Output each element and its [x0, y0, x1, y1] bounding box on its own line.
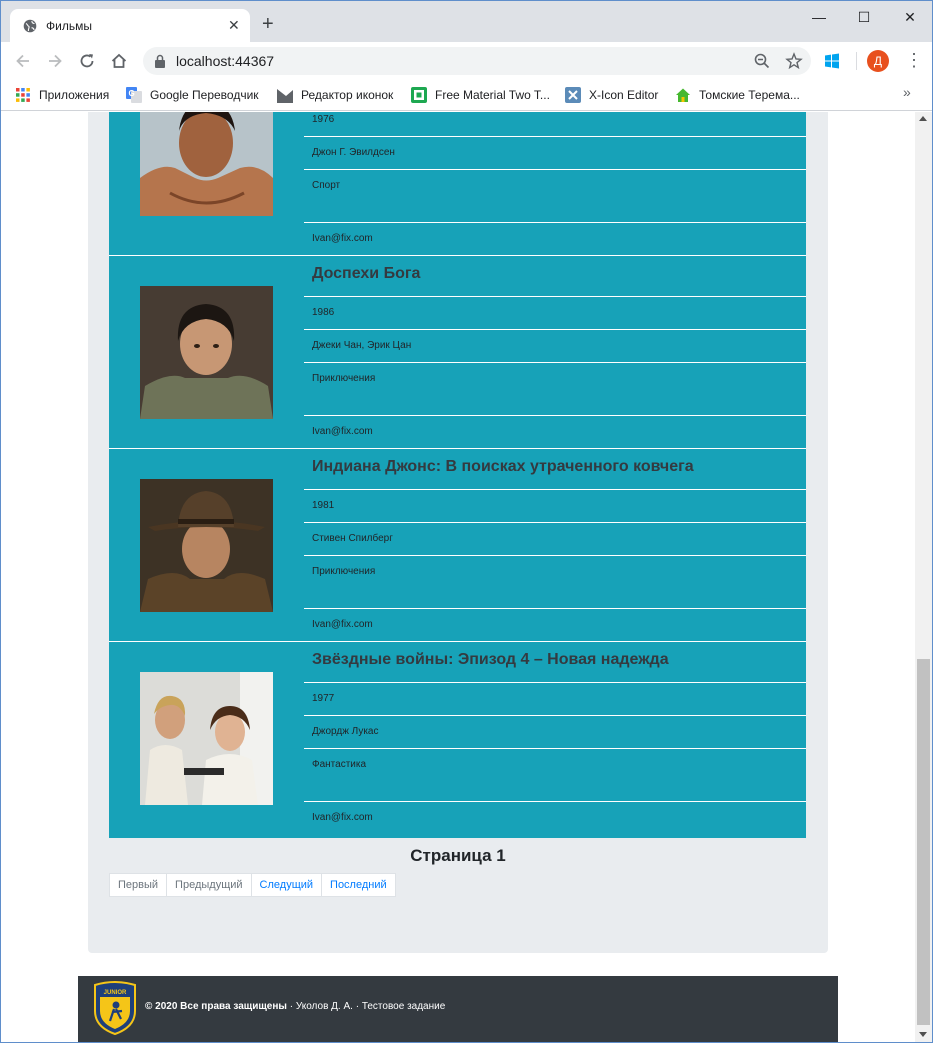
bookmark-google-translate[interactable]: G Google Переводчик [126, 85, 259, 105]
movie-genre: Фантастика [304, 749, 806, 802]
movie-year: 1976 [304, 112, 806, 137]
bookmark-label: X-Icon Editor [589, 88, 659, 102]
browser-tab-strip: Фильмы ✕ + — ☐ ✕ [0, 0, 933, 43]
page-number-heading: Страница 1 [410, 846, 506, 865]
google-translate-icon: G [126, 87, 142, 103]
home-icon[interactable] [109, 51, 129, 71]
reload-icon[interactable] [77, 51, 97, 71]
movie-director: Джон Г. Эвилдсен [304, 137, 806, 170]
junior-logo-icon: JUNIOR [94, 981, 136, 1035]
footer-note: Тестовое задание [361, 1001, 446, 1012]
profile-avatar[interactable]: Д [867, 50, 889, 72]
bookmark-label: Приложения [39, 88, 110, 102]
bookmark-star-icon[interactable] [785, 52, 803, 70]
movie-email: Ivan@fix.com [312, 233, 373, 244]
windows-extension-icon[interactable] [824, 53, 840, 69]
tab-title: Фильмы [46, 19, 92, 33]
new-tab-icon[interactable]: + [262, 14, 274, 34]
movie-card: 1976 Джон Г. Эвилдсен Спорт Ivan@fix.com [109, 112, 806, 256]
address-bar[interactable]: localhost:44367 [143, 47, 811, 75]
movie-genre: Приключения [304, 556, 806, 609]
globe-icon [23, 19, 37, 33]
movie-year: 1986 [304, 297, 806, 330]
bookmark-label: Free Material Two T... [435, 88, 550, 102]
minimize-icon[interactable]: — [809, 7, 829, 27]
lock-icon[interactable] [154, 54, 166, 68]
zoom-icon[interactable] [753, 52, 771, 70]
vertical-scrollbar[interactable] [915, 112, 932, 1042]
footer-separator: · [286, 1001, 296, 1012]
bookmark-label: Редактор иконок [301, 88, 394, 102]
movie-title: Звёздные войны: Эпизод 4 – Новая надежда [304, 642, 806, 683]
bookmark-label: Google Переводчик [150, 88, 259, 102]
scroll-up-arrow-icon[interactable] [919, 116, 927, 121]
previous-page-button[interactable]: Предыдущий [166, 873, 252, 897]
movie-poster [140, 286, 273, 419]
svg-text:JUNIOR: JUNIOR [104, 990, 127, 996]
url-text[interactable]: localhost:44367 [176, 53, 274, 69]
back-arrow-icon[interactable] [13, 51, 33, 71]
apps-grid-icon [16, 88, 30, 102]
material-icon [411, 87, 427, 103]
first-page-button[interactable]: Первый [109, 873, 168, 897]
bookmark-apps[interactable]: Приложения [15, 85, 109, 105]
movie-genre: Приключения [304, 363, 806, 416]
scrollbar-thumb[interactable] [917, 659, 930, 1025]
footer-separator: · [352, 1001, 362, 1012]
house-icon [676, 88, 690, 102]
browser-menu-icon[interactable]: ⋮ [905, 51, 923, 71]
forward-arrow-icon[interactable] [45, 51, 65, 71]
browser-toolbar: localhost:44367 Д ⋮ [1, 42, 932, 80]
movie-list: 1976 Джон Г. Эвилдсен Спорт Ivan@fix.com [109, 112, 806, 838]
footer: JUNIOR © 2020 Все права защищены · Уколо… [78, 976, 838, 1042]
bookmark-label: Томские Терема... [699, 88, 800, 102]
movie-title: Индиана Джонс: В поисках утраченного ков… [304, 449, 806, 490]
scroll-down-arrow-icon[interactable] [919, 1032, 927, 1037]
movie-email: Ivan@fix.com [312, 619, 373, 630]
bookmark-free-material[interactable]: Free Material Two T... [411, 85, 550, 105]
movie-poster [140, 479, 273, 612]
bookmarks-overflow-icon[interactable]: » [903, 84, 911, 100]
pagination: Первый Предыдущий Следущий Последний [109, 873, 396, 897]
page-viewport: 1976 Джон Г. Эвилдсен Спорт Ivan@fix.com [1, 112, 915, 1042]
bookmark-icon-editor[interactable]: Редактор иконок [277, 85, 393, 105]
next-page-button[interactable]: Следущий [250, 873, 323, 897]
footer-copyright: © 2020 Все права защищены [145, 1001, 287, 1012]
movie-title: Доспехи Бога [304, 256, 806, 297]
movie-card: Звёздные войны: Эпизод 4 – Новая надежда… [109, 642, 806, 835]
movie-director: Джеки Чан, Эрик Цан [304, 330, 806, 363]
icon-editor-icon [277, 89, 293, 103]
content-container: 1976 Джон Г. Эвилдсен Спорт Ivan@fix.com [88, 112, 828, 953]
bookmark-tomsk-terema[interactable]: Томские Терема... [675, 85, 800, 105]
browser-tab[interactable]: Фильмы ✕ [10, 9, 250, 43]
movie-genre: Спорт [304, 170, 806, 223]
movie-email: Ivan@fix.com [312, 812, 373, 823]
toolbar-divider [856, 52, 857, 70]
movie-director: Стивен Спилберг [304, 523, 806, 556]
x-icon-editor-icon [565, 87, 581, 103]
movie-year: 1977 [304, 683, 806, 716]
tab-close-icon[interactable]: ✕ [228, 17, 240, 33]
movie-poster [140, 112, 273, 216]
movie-year: 1981 [304, 490, 806, 523]
svg-text:G: G [129, 89, 135, 98]
close-window-icon[interactable]: ✕ [900, 7, 920, 27]
bookmarks-bar: Приложения G Google Переводчик Редактор … [1, 80, 932, 111]
movie-email: Ivan@fix.com [312, 426, 373, 437]
maximize-icon[interactable]: ☐ [854, 7, 874, 27]
movie-card: Индиана Джонс: В поисках утраченного ков… [109, 449, 806, 642]
footer-author: Уколов Д. А. [295, 1001, 353, 1012]
movie-card: Доспехи Бога 1986 Джеки Чан, Эрик Цан Пр… [109, 256, 806, 449]
movie-poster [140, 672, 273, 805]
bookmark-x-icon-editor[interactable]: X-Icon Editor [565, 85, 658, 105]
movie-director: Джордж Лукас [304, 716, 806, 749]
footer-text: © 2020 Все права защищены · Уколов Д. А.… [145, 1001, 445, 1012]
last-page-button[interactable]: Последний [321, 873, 396, 897]
